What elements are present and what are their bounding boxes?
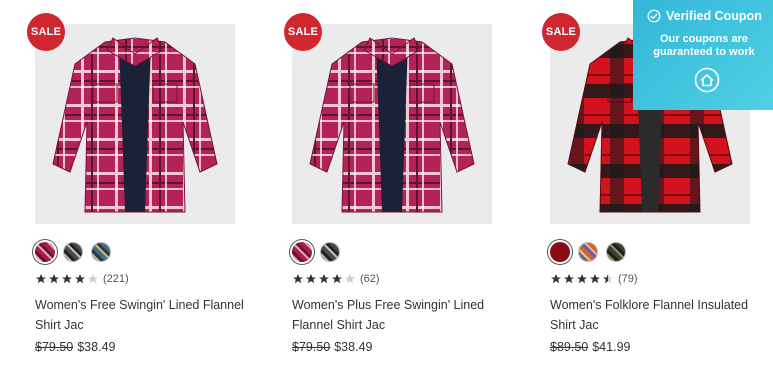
color-swatch-gray-plaid[interactable] <box>63 242 83 262</box>
sale-badge: SALE <box>27 13 65 51</box>
original-price: $79.50 <box>292 340 331 354</box>
rating-stars <box>550 273 614 285</box>
star-full-icon <box>75 274 85 284</box>
rating-stars <box>292 273 356 285</box>
coupon-subtitle: Our coupons are guaranteed to work <box>653 33 755 58</box>
color-swatch-orange-plaid[interactable] <box>578 242 598 262</box>
star-full-icon <box>319 274 329 284</box>
product-title-link[interactable]: Women's Free Swingin' Lined Flannel Shir… <box>35 295 245 335</box>
color-swatches <box>292 242 340 262</box>
star-empty-icon <box>345 274 355 284</box>
home-icon[interactable] <box>694 67 720 93</box>
star-full-icon <box>36 274 46 284</box>
color-swatch-blue-plaid[interactable] <box>91 242 111 262</box>
product-rating[interactable]: (79) <box>550 273 638 285</box>
magenta-plaid-shirt-image <box>309 37 475 213</box>
original-price: $79.50 <box>35 340 74 354</box>
color-swatch-magenta-plaid[interactable] <box>35 242 55 262</box>
color-swatches <box>550 242 626 262</box>
sale-price: $38.49 <box>77 340 116 354</box>
coupon-title: Verified Coupon <box>666 9 762 23</box>
product-price: $89.50 $41.99 <box>550 340 630 354</box>
star-half-icon <box>603 274 613 284</box>
color-swatch-magenta-plaid[interactable] <box>292 242 312 262</box>
product-title-link[interactable]: Women's Plus Free Swingin' Lined Flannel… <box>292 295 502 335</box>
product-image[interactable] <box>292 24 492 224</box>
review-count: (221) <box>103 273 129 285</box>
color-swatch-red-plaid[interactable] <box>550 242 570 262</box>
product-image[interactable] <box>35 24 235 224</box>
product-card[interactable]: SALE (62) Women's Plus Free Swingin' Lin… <box>284 0 498 373</box>
magenta-plaid-shirt-image <box>52 37 218 213</box>
color-swatches <box>35 242 111 262</box>
product-price: $79.50 $38.49 <box>35 340 115 354</box>
product-price: $79.50 $38.49 <box>292 340 372 354</box>
original-price: $89.50 <box>550 340 589 354</box>
star-full-icon <box>551 274 561 284</box>
sale-badge: SALE <box>542 13 580 51</box>
star-full-icon <box>293 274 303 284</box>
star-full-icon <box>306 274 316 284</box>
star-full-icon <box>564 274 574 284</box>
rating-stars <box>35 273 99 285</box>
color-swatch-gray-plaid[interactable] <box>320 242 340 262</box>
coupon-header: Verified Coupon <box>647 9 762 23</box>
product-rating[interactable]: (62) <box>292 273 380 285</box>
color-swatch-olive-plaid[interactable] <box>606 242 626 262</box>
star-full-icon <box>332 274 342 284</box>
product-title-link[interactable]: Women's Folklore Flannel Insulated Shirt… <box>550 295 760 335</box>
sale-badge: SALE <box>284 13 322 51</box>
star-full-icon <box>49 274 59 284</box>
sale-price: $41.99 <box>592 340 631 354</box>
star-full-icon <box>577 274 587 284</box>
product-rating[interactable]: (221) <box>35 273 129 285</box>
star-full-icon <box>62 274 72 284</box>
review-count: (79) <box>618 273 638 285</box>
star-empty-icon <box>88 274 98 284</box>
review-count: (62) <box>360 273 380 285</box>
verified-coupon-popup[interactable]: Verified Coupon Our coupons are guarante… <box>633 0 773 110</box>
check-circle-icon <box>647 9 661 23</box>
star-full-icon <box>590 274 600 284</box>
product-card[interactable]: SALE <box>27 0 244 373</box>
sale-price: $38.49 <box>334 340 373 354</box>
